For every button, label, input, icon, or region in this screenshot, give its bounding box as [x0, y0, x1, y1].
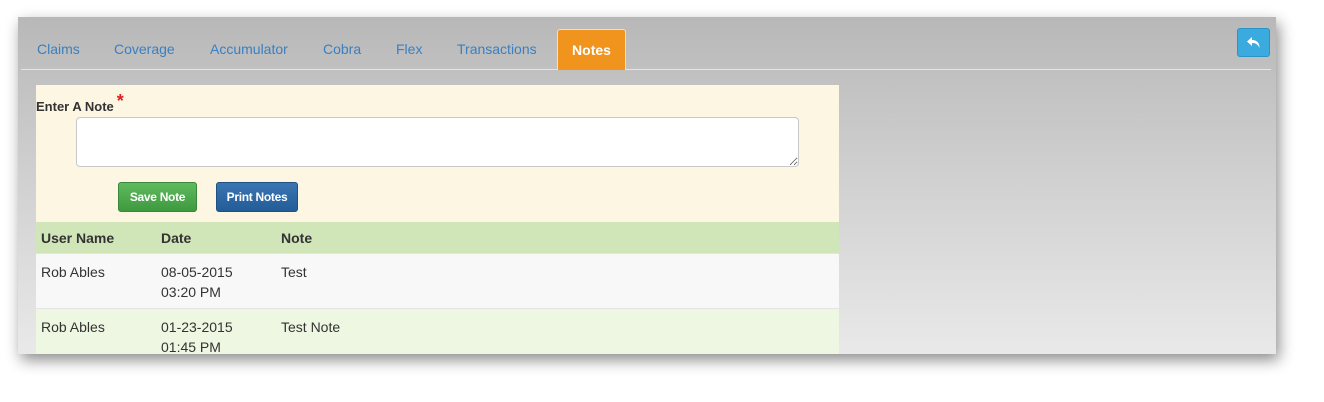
- tab-notes[interactable]: Notes: [557, 29, 626, 70]
- table-header-row: User Name Date Note: [36, 222, 839, 254]
- reply-arrow-icon: [1246, 36, 1259, 48]
- cell-user-name: Rob Ables: [36, 308, 156, 354]
- note-label: Enter A Note *: [36, 91, 124, 116]
- cell-date-day: 01-23-2015: [161, 319, 233, 335]
- table-row[interactable]: Rob Ables 01-23-2015 01:45 PM Test Note: [36, 308, 839, 354]
- tab-coverage[interactable]: Coverage: [114, 29, 175, 69]
- required-marker: *: [116, 91, 124, 111]
- note-textarea[interactable]: [76, 117, 799, 167]
- tab-accumulator[interactable]: Accumulator: [210, 29, 288, 69]
- cell-date-time: 03:20 PM: [161, 284, 221, 300]
- save-note-button[interactable]: Save Note: [118, 182, 197, 212]
- tab-transactions[interactable]: Transactions: [457, 29, 537, 69]
- notes-panel: Enter A Note * Save Note Print Notes User…: [36, 85, 839, 354]
- table-row[interactable]: Rob Ables 08-05-2015 03:20 PM Test: [36, 253, 839, 309]
- tab-cobra[interactable]: Cobra: [323, 29, 361, 69]
- column-header-date[interactable]: Date: [156, 222, 276, 254]
- app-window: Claims Coverage Accumulator Cobra Flex T…: [18, 17, 1276, 354]
- column-header-user-name[interactable]: User Name: [36, 222, 156, 254]
- note-label-text: Enter A Note: [36, 99, 114, 114]
- cell-date: 08-05-2015 03:20 PM: [156, 253, 276, 309]
- notes-table: User Name Date Note Rob Ables 08-05-2015…: [36, 222, 839, 354]
- column-header-note[interactable]: Note: [276, 222, 839, 254]
- tab-claims[interactable]: Claims: [37, 29, 80, 69]
- cell-note: Test Note: [276, 308, 839, 354]
- tab-flex[interactable]: Flex: [396, 29, 422, 69]
- cell-date: 01-23-2015 01:45 PM: [156, 308, 276, 354]
- cell-note: Test: [276, 253, 839, 309]
- back-button[interactable]: [1237, 28, 1270, 57]
- cell-date-time: 01:45 PM: [161, 339, 221, 354]
- cell-date-day: 08-05-2015: [161, 264, 233, 280]
- tab-bar: Claims Coverage Accumulator Cobra Flex T…: [21, 17, 1271, 70]
- cell-user-name: Rob Ables: [36, 253, 156, 309]
- print-notes-button[interactable]: Print Notes: [216, 182, 298, 212]
